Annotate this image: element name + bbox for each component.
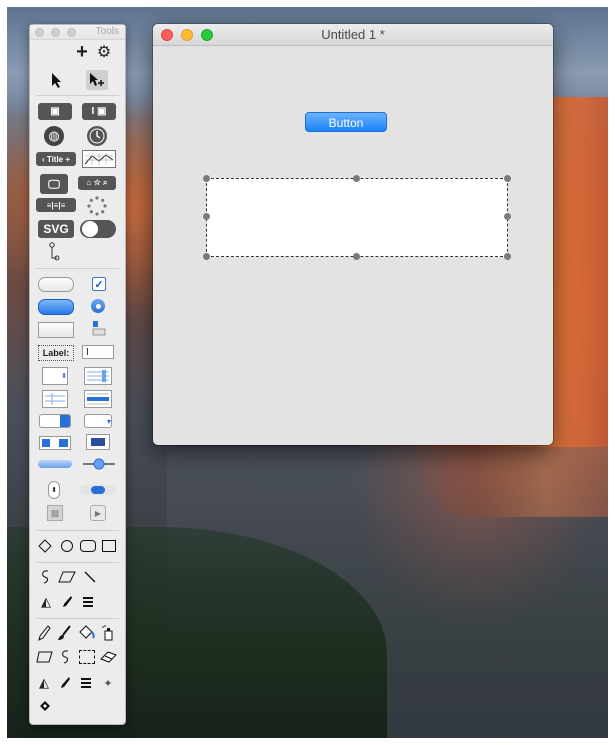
resize-handle-right[interactable] [504,213,511,220]
freeform-icon[interactable] [36,649,54,665]
selected-text-field[interactable] [206,178,508,257]
move-select-icon[interactable] [86,70,108,90]
resize-handle-top[interactable] [353,175,360,182]
pencil-icon[interactable] [36,624,52,642]
color-well-icon[interactable] [86,434,110,450]
combo-box-icon[interactable] [39,436,71,450]
fill-icon[interactable]: ◭ [38,594,54,610]
tools-titlebar[interactable]: Tools [30,25,125,40]
spinner-icon[interactable] [86,195,108,217]
menu-lines-icon[interactable] [80,594,96,610]
chart-grid-icon[interactable] [82,150,116,168]
tools-close-button[interactable] [35,28,44,37]
disclosure-icon[interactable] [91,319,107,337]
search-bar-icon[interactable]: ⌂ ☆ ⌕ [78,176,116,190]
window-title: Untitled 1 * [321,27,385,42]
pulldown-button-icon[interactable]: ▾ [84,414,112,428]
resize-handle-left[interactable] [203,213,210,220]
menu-lines2-icon[interactable] [78,675,94,691]
segmented-control-icon[interactable]: ≡|≡|≡ [36,198,76,212]
plus-icon[interactable]: + [74,41,90,63]
circle-shape-icon[interactable] [60,539,74,553]
table-icon[interactable] [42,390,68,408]
clock-icon[interactable] [87,126,107,146]
checkbox-icon[interactable]: ✓ [92,277,106,291]
tools-zoom-button[interactable] [67,28,76,37]
close-button[interactable] [161,29,173,41]
document-window: Untitled 1 * Button [153,24,553,445]
svg-icon[interactable]: SVG [38,220,74,238]
rectangle-shape-icon[interactable] [102,540,116,552]
fill2-icon[interactable]: ◭ [36,675,52,691]
square-button-icon[interactable] [38,322,74,338]
scroller-thumb [91,486,105,494]
paint-bucket-icon[interactable] [76,623,96,643]
popup-button-icon[interactable] [39,414,71,428]
image-well-icon[interactable]: ▩ [47,505,63,521]
polygon-icon[interactable] [58,569,76,585]
resize-handle-bottom-right[interactable] [504,253,511,260]
tree-icon[interactable] [46,242,62,262]
label-icon[interactable]: Label: [38,345,74,361]
resize-handle-top-left[interactable] [203,175,210,182]
resize-handle-bottom-left[interactable] [203,253,210,260]
navbar-title-icon[interactable]: ‹ Title + [36,152,76,166]
push-button[interactable]: Button [305,112,387,132]
globe-icon[interactable]: ◍ [44,126,64,146]
horizontal-scroller-icon[interactable] [80,485,116,495]
play-button-icon[interactable]: ▶ [90,505,106,521]
lasso2-icon[interactable] [58,649,72,665]
marquee-icon[interactable] [79,650,95,664]
resize-handle-top-right[interactable] [504,175,511,182]
text-cursor-android-icon[interactable]: I ▣ [82,103,116,120]
lasso-icon[interactable] [38,569,54,585]
rounded-rect-shape-icon[interactable] [80,540,96,552]
arrow-pointer-icon[interactable] [48,71,64,89]
spray-icon[interactable] [100,624,116,642]
form-icon[interactable] [84,390,112,408]
eraser-icon[interactable] [100,649,118,665]
resize-handle-bottom[interactable] [353,253,360,260]
text-field-icon[interactable]: I [82,345,114,359]
svg-label: SVG [43,222,69,236]
line-icon[interactable] [82,569,98,585]
sparkle-icon[interactable]: ✦ [100,675,116,691]
minimize-button[interactable] [181,29,193,41]
navbar-title-label: Title [46,154,64,164]
gear-icon[interactable]: ⚙ [96,44,112,61]
diamond-small-icon[interactable] [38,699,52,713]
zoom-button[interactable] [201,29,213,41]
blue-button-icon[interactable] [38,299,74,315]
tools-palette: Tools + ⚙ ▣ I ▣ ◍ ‹ Title + 🖵 ⌂ ☆ ⌕ ≡|≡|… [29,24,126,725]
monitor-icon[interactable]: 🖵 [40,174,68,194]
diamond-shape-icon[interactable] [38,539,52,553]
tools-title: Tools [95,26,119,37]
stepper-field-icon[interactable]: ⬍ [42,367,68,385]
slider-icon[interactable] [82,458,116,470]
pen-icon[interactable] [60,594,74,610]
popup-arrow [60,415,70,427]
brush-icon[interactable] [56,624,72,642]
pen2-icon[interactable] [58,675,72,691]
color-swatch [91,438,105,446]
progress-bar-icon[interactable] [38,460,72,468]
vertical-stepper-icon[interactable]: ⬍ [48,481,60,499]
tools-minimize-button[interactable] [51,28,60,37]
label-label: Label: [42,348,70,358]
radio-button-icon[interactable] [91,299,105,313]
toggle-switch-icon[interactable] [80,220,116,238]
list-view-icon[interactable] [84,367,112,385]
toggle-knob [82,221,98,237]
android-icon[interactable]: ▣ [38,103,72,120]
push-button-icon[interactable] [38,277,74,292]
radio-dot [95,303,101,309]
window-titlebar[interactable]: Untitled 1 * [153,24,553,46]
